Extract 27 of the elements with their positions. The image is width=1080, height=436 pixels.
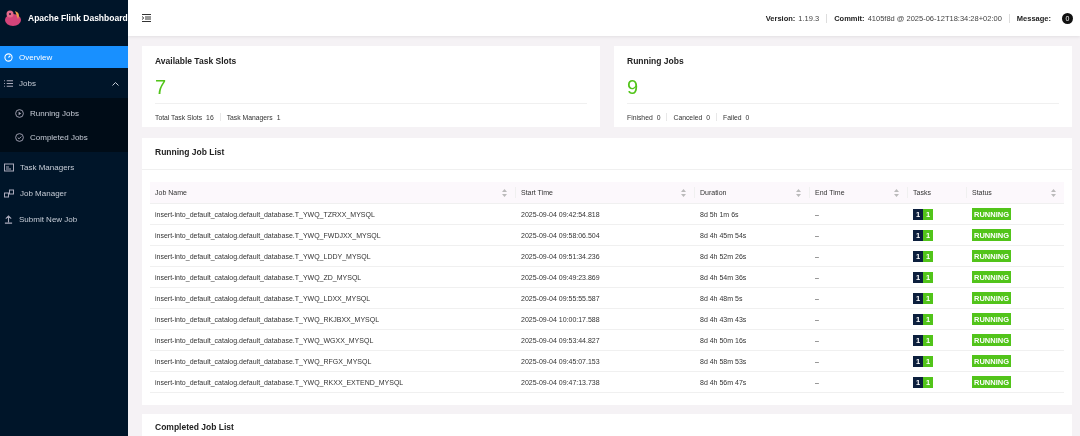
sidebar-subitem[interactable]: Completed Jobs (0, 126, 128, 148)
sort-icon[interactable] (1051, 188, 1056, 197)
card-title: Running Job List (155, 147, 225, 157)
sort-icon[interactable] (502, 188, 507, 197)
sidebar-subitem[interactable]: Running Jobs (0, 102, 128, 124)
cluster-icon (4, 188, 14, 198)
dashboard-icon (4, 52, 13, 62)
check-circle-icon (15, 132, 24, 142)
logo-icon (4, 9, 22, 27)
sidebar-item[interactable]: Task Managers (0, 156, 128, 178)
list-icon (4, 78, 13, 88)
sort-icon[interactable] (796, 188, 801, 197)
play-circle-icon (15, 108, 24, 118)
sort-icon[interactable] (894, 188, 899, 197)
app-title: Apache Flink Dashboard (28, 13, 128, 23)
sidebar-item[interactable]: Submit New Job (0, 208, 128, 230)
server-icon (4, 162, 14, 172)
stat-value: 9 (627, 76, 639, 98)
upload-icon (4, 214, 13, 224)
card-title: Running Jobs (627, 56, 684, 66)
stat-value: 7 (155, 76, 167, 98)
sidebar-item[interactable]: Job Manager (0, 182, 128, 204)
sidebar-item[interactable]: Jobs (0, 72, 128, 94)
menu-icon[interactable] (142, 14, 151, 22)
card-title: Available Task Slots (155, 56, 237, 66)
card-title: Completed Job List (155, 422, 234, 432)
sort-icon[interactable] (681, 188, 686, 197)
